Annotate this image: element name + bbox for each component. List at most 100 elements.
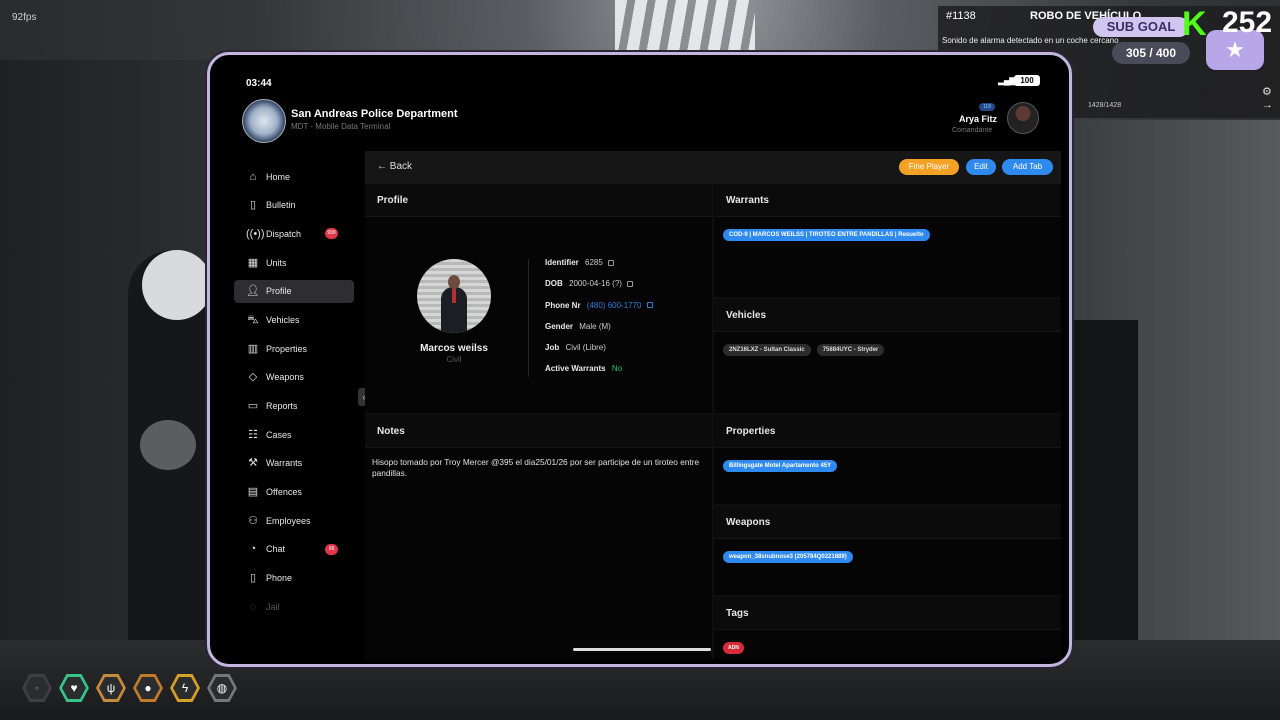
sidebar-item-label: Cases (266, 429, 292, 440)
status-time: 03:44 (246, 78, 272, 89)
sidebar-item-properties[interactable]: ▥ Properties (234, 337, 354, 360)
dob-label: DOB (545, 279, 563, 289)
arrow-right-icon[interactable]: → (1262, 99, 1273, 111)
profile-card: Profile Marcos weilss Civil Identifier 6… (365, 184, 712, 413)
copy-icon[interactable] (646, 302, 653, 309)
dob-value: 2000-04-16 (?) (569, 279, 622, 289)
phone-label: Phone Nr (545, 300, 581, 310)
sidebar-item-phone[interactable]: ▯ Phone (234, 567, 354, 590)
profile-title: Profile (365, 184, 712, 217)
call-count: 1428/1428 (1088, 102, 1122, 109)
back-label: Back (389, 161, 413, 172)
arrow-left-icon: ← (377, 161, 390, 172)
crosshair-icon: ◇ (248, 371, 258, 384)
sidebar-item-label: Phone (266, 573, 293, 584)
voice-status: ◦ (22, 674, 52, 702)
identifier-label: Identifier (545, 258, 579, 267)
sidebar-item-bulletin[interactable]: ▯ Bulletin (234, 194, 354, 217)
brain-icon: ◍ (210, 677, 234, 699)
sidebar-item-employees[interactable]: ⚇ Employees (234, 509, 354, 532)
profile-details: Identifier 6285 DOB 2000-04-16 (?) Phone… (545, 252, 653, 380)
properties-title: Properties (714, 415, 1061, 448)
sidebar-item-dispatch[interactable]: ((•)) Dispatch 999 (234, 222, 354, 245)
weapon-chip[interactable]: weapon_38snubnose3 (205784Q0221889) (723, 551, 853, 563)
sidebar-item-jail[interactable]: ◌ Jail (234, 595, 354, 618)
folder-icon: ▭ (247, 400, 259, 412)
citizen-name: Marcos weilss (420, 343, 488, 354)
tag-chip[interactable]: ADN (723, 642, 744, 654)
sidebar-item-weapons[interactable]: ◇ Weapons (234, 366, 354, 389)
sidebar-item-label: Jail (266, 601, 280, 612)
sub-goal-label: SUB GOAL (1093, 17, 1189, 37)
police-patch (140, 420, 196, 470)
vehicle-chip[interactable]: 75884UYC - Stryder (816, 344, 885, 356)
warrants-title: Warrants (714, 184, 1061, 217)
sidebar-item-label: Reports (266, 401, 298, 411)
sidebar-item-offences[interactable]: ▤ Offences (234, 481, 354, 504)
sidebar-item-vehicles[interactable]: ⛍ Vehicles (234, 308, 354, 331)
sidebar-item-label: Offences (266, 487, 302, 498)
stamina-status: ϟ (170, 674, 200, 702)
job-row: Job Civil (Libre) (545, 337, 653, 358)
sidebar-item-profile[interactable]: 👤︎ Profile (234, 279, 354, 303)
grid-icon: ▦ (247, 256, 259, 269)
citizen-class: Civil (446, 355, 462, 364)
sidebar-item-units[interactable]: ▦ Units (234, 251, 354, 274)
tags-card: Tags ADN (714, 597, 1061, 659)
sidebar-item-reports[interactable]: ▭ Reports (234, 395, 354, 418)
divider (528, 259, 529, 377)
scroll-indicator (573, 648, 711, 651)
copy-icon[interactable] (608, 259, 615, 266)
sidebar-item-label: Weapons (266, 372, 304, 383)
sidebar-item-home[interactable]: ⌂ Home (234, 165, 354, 188)
mugshot-photo[interactable] (417, 259, 491, 333)
mdt-tablet: 03:44 ▂▄▆ 100 San Andreas Police Departm… (207, 52, 1072, 667)
gear-icon[interactable]: ⚙ (1262, 85, 1272, 98)
sidebar-nav: ⌂ Home ▯ Bulletin ((•)) Dispatch 999 ▦ U… (234, 165, 354, 624)
avatar[interactable] (1007, 102, 1039, 134)
thirst-status: ● (133, 674, 163, 702)
sidebar-item-label: Vehicles (266, 314, 300, 325)
signal-icon: ▂▄▆ (998, 75, 1016, 85)
gavel-icon: ⚒ (248, 457, 258, 470)
user-badge-number: 118 (979, 103, 995, 111)
sidebar-item-label: Employees (266, 515, 311, 526)
phone-icon: ▯ (249, 572, 257, 585)
person-icon: 👤︎ (246, 285, 260, 298)
sidebar-item-cases[interactable]: ☷ Cases (234, 423, 354, 446)
weapons-title: Weapons (714, 506, 1061, 539)
notes-text[interactable]: Hisopo tomado por Troy Mercer @395 el di… (365, 448, 712, 488)
warrant-chip[interactable]: COD-9 | MARCOS WEILSS | TIROTEO ENTRE PA… (723, 229, 930, 241)
ceiling-light (615, 0, 755, 55)
sidebar-item-warrants[interactable]: ⚒ Warrants (234, 452, 354, 475)
fine-player-button[interactable]: Fine Player (899, 159, 959, 175)
job-label: Job (545, 343, 560, 353)
sidebar-item-label: Warrants (266, 458, 303, 469)
fps-counter: 92fps (12, 12, 37, 23)
vehicle-chip[interactable]: 2NZ16LXZ - Sultan Classic (723, 344, 811, 356)
department-seal (242, 99, 286, 143)
water-drop-icon: ● (136, 677, 160, 699)
call-id: #1138 (946, 10, 976, 22)
active-warrants-label: Active Warrants (545, 364, 606, 374)
health-status: ♥ (59, 674, 89, 702)
phone-value[interactable]: (480) 600-1770 (587, 301, 642, 310)
edit-button[interactable]: Edit (966, 159, 996, 175)
car-icon: ⛍ (247, 313, 259, 326)
sidebar-item-label: Home (266, 171, 291, 182)
stress-status: ◍ (207, 674, 237, 702)
game-scene: 92fps #1138 ROBO DE VEHÍCULO Sonido de a… (0, 0, 1280, 720)
vehicles-card: Vehicles 2NZ16LXZ - Sultan Classic 75884… (714, 299, 1061, 413)
job-value: Civil (Libre) (565, 343, 606, 353)
copy-icon[interactable] (627, 281, 634, 288)
notes-card: Notes Hisopo tomado por Troy Mercer @395… (365, 415, 712, 659)
property-chip[interactable]: Billingsgate Motel Apartamento 45Y (723, 460, 838, 472)
add-tab-button[interactable]: Add Tab (1002, 159, 1053, 175)
gender-row: Gender Male (M) (545, 316, 653, 337)
profile-view: ← Back Fine Player Edit Add Tab Profile … (365, 151, 1061, 659)
back-button[interactable]: ← Back (377, 161, 412, 172)
sidebar-item-chat[interactable]: ◔ Chat 99 (234, 538, 354, 561)
sidebar-item-label: Bulletin (266, 200, 296, 211)
player-status-bar: ◦ ♥ ψ ● ϟ ◍ (22, 674, 237, 702)
vehicles-title: Vehicles (714, 299, 1061, 332)
